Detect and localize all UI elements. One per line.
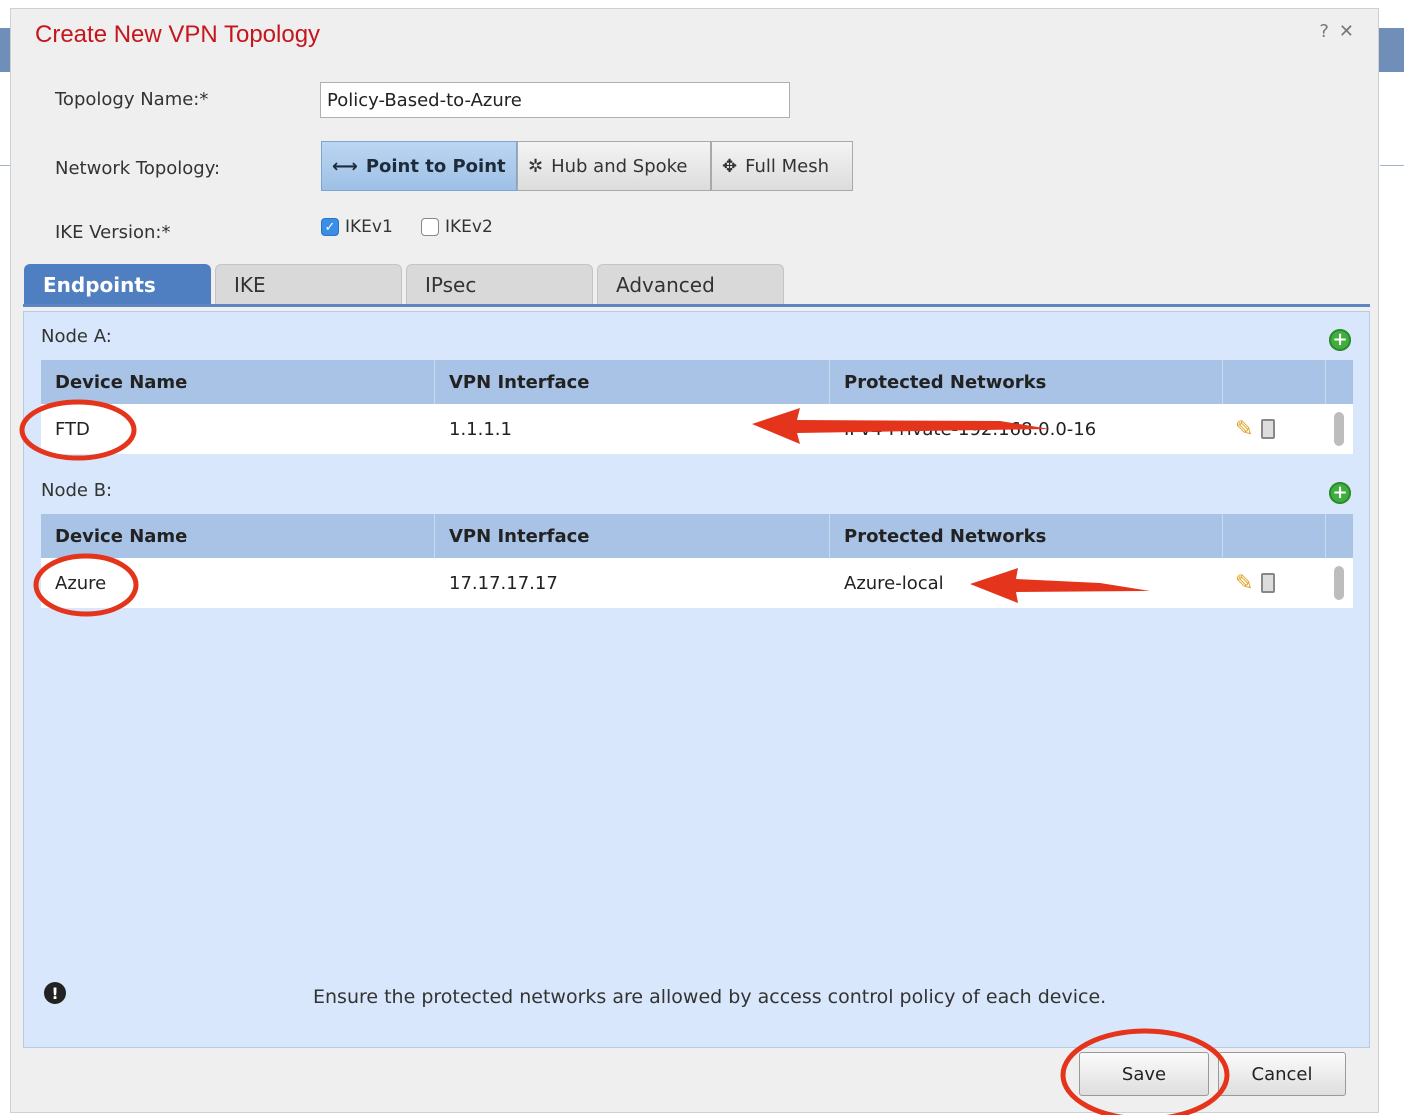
pencil-icon[interactable]: ✎ bbox=[1235, 571, 1253, 596]
topology-name-input[interactable] bbox=[320, 82, 790, 118]
tab-ike[interactable]: IKE bbox=[215, 264, 402, 304]
pencil-icon[interactable]: ✎ bbox=[1235, 417, 1253, 442]
row-actions: ✎ bbox=[1223, 404, 1326, 454]
trash-icon[interactable] bbox=[1261, 419, 1276, 439]
hub-and-spoke-label: Hub and Spoke bbox=[551, 155, 688, 177]
tab-endpoints[interactable]: Endpoints bbox=[24, 264, 211, 304]
add-node-b-icon[interactable]: + bbox=[1329, 482, 1351, 504]
table-row[interactable]: FTD 1.1.1.1 IPv4-Private-192.168.0.0-16 … bbox=[41, 404, 1353, 454]
node-a-label: Node A: bbox=[41, 326, 112, 347]
ikev2-label: IKEv2 bbox=[445, 217, 493, 237]
full-mesh-icon: ✥ bbox=[722, 155, 738, 177]
topology-name-label: Topology Name:* bbox=[55, 89, 209, 110]
close-icon[interactable]: ✕ bbox=[1339, 21, 1364, 42]
network-topology-selector: ⟷ Point to Point ✲ Hub and Spoke ✥ Full … bbox=[321, 141, 853, 193]
device-name-cell: FTD bbox=[55, 418, 90, 440]
ikev2-checkbox[interactable] bbox=[421, 218, 439, 236]
point-to-point-icon: ⟷ bbox=[332, 155, 358, 177]
ikev1-label: IKEv1 bbox=[345, 217, 393, 237]
background-app-header bbox=[0, 28, 10, 72]
create-vpn-topology-dialog: Create New VPN Topology ?✕ Topology Name… bbox=[10, 8, 1379, 1113]
col-scroll bbox=[1326, 514, 1353, 558]
col-actions bbox=[1223, 514, 1326, 558]
help-icon[interactable]: ? bbox=[1319, 21, 1339, 42]
background-divider bbox=[0, 165, 10, 166]
node-b-label: Node B: bbox=[41, 480, 113, 501]
tab-bar: Endpoints IKE IPsec Advanced bbox=[24, 264, 784, 304]
grid-header: Device Name VPN Interface Protected Netw… bbox=[41, 514, 1353, 558]
warning-icon: ! bbox=[44, 982, 66, 1004]
info-message: Ensure the protected networks are allowe… bbox=[313, 986, 1107, 1008]
col-protected-networks[interactable]: Protected Networks bbox=[830, 360, 1223, 404]
save-button[interactable]: Save bbox=[1079, 1052, 1209, 1096]
table-row[interactable]: Azure 17.17.17.17 Azure-local ✎ bbox=[41, 558, 1353, 608]
dialog-title: Create New VPN Topology bbox=[35, 21, 321, 48]
protected-networks-cell: Azure-local bbox=[844, 572, 944, 594]
node-b-grid: Device Name VPN Interface Protected Netw… bbox=[41, 514, 1353, 608]
endpoints-panel: Node A: + Device Name VPN Interface Prot… bbox=[23, 311, 1370, 1048]
tab-underline bbox=[23, 304, 1370, 307]
ike-version-label: IKE Version:* bbox=[55, 222, 171, 243]
col-vpn-interface[interactable]: VPN Interface bbox=[435, 514, 830, 558]
full-mesh-label: Full Mesh bbox=[745, 155, 829, 177]
hub-and-spoke-button[interactable]: ✲ Hub and Spoke bbox=[517, 141, 711, 191]
col-scroll bbox=[1326, 360, 1353, 404]
hub-and-spoke-icon: ✲ bbox=[528, 155, 544, 177]
dialog-title-buttons: ?✕ bbox=[1319, 21, 1364, 42]
col-vpn-interface[interactable]: VPN Interface bbox=[435, 360, 830, 404]
node-a-grid: Device Name VPN Interface Protected Netw… bbox=[41, 360, 1353, 454]
trash-icon[interactable] bbox=[1261, 573, 1276, 593]
scroll-thumb[interactable] bbox=[1334, 566, 1344, 600]
col-device-name[interactable]: Device Name bbox=[41, 360, 435, 404]
tab-ipsec[interactable]: IPsec bbox=[406, 264, 593, 304]
cancel-button[interactable]: Cancel bbox=[1218, 1052, 1346, 1096]
point-to-point-label: Point to Point bbox=[365, 155, 506, 177]
background-divider bbox=[1380, 165, 1404, 166]
vpn-interface-cell: 17.17.17.17 bbox=[449, 572, 558, 594]
col-actions bbox=[1223, 360, 1326, 404]
network-topology-label: Network Topology: bbox=[55, 158, 221, 179]
protected-networks-cell: IPv4-Private-192.168.0.0-16 bbox=[844, 418, 1097, 440]
vpn-interface-cell: 1.1.1.1 bbox=[449, 418, 512, 440]
col-protected-networks[interactable]: Protected Networks bbox=[830, 514, 1223, 558]
row-scrollbar[interactable] bbox=[1326, 404, 1353, 454]
ikev1-checkbox[interactable]: ✓ bbox=[321, 218, 339, 236]
tab-advanced[interactable]: Advanced bbox=[597, 264, 784, 304]
ikev2-option[interactable]: IKEv2 bbox=[421, 217, 493, 237]
col-device-name[interactable]: Device Name bbox=[41, 514, 435, 558]
ikev1-option[interactable]: ✓ IKEv1 bbox=[321, 217, 393, 237]
add-node-a-icon[interactable]: + bbox=[1329, 329, 1351, 351]
full-mesh-button[interactable]: ✥ Full Mesh bbox=[711, 141, 853, 191]
point-to-point-button[interactable]: ⟷ Point to Point bbox=[321, 141, 517, 191]
grid-header: Device Name VPN Interface Protected Netw… bbox=[41, 360, 1353, 404]
scroll-thumb[interactable] bbox=[1334, 412, 1344, 446]
background-app-header bbox=[1379, 28, 1404, 72]
device-name-cell: Azure bbox=[55, 572, 107, 594]
row-actions: ✎ bbox=[1223, 558, 1326, 608]
row-scrollbar[interactable] bbox=[1326, 558, 1353, 608]
